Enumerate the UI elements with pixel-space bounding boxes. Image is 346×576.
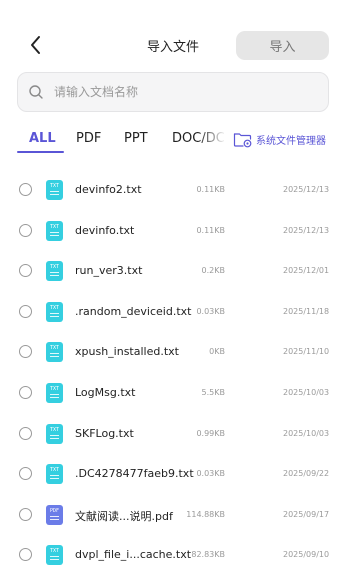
select-radio[interactable] — [19, 223, 32, 237]
tab-ppt[interactable]: PPT — [124, 131, 148, 146]
file-manager-link[interactable]: 系统文件管理器 — [233, 131, 326, 148]
file-name: devinfo.txt — [75, 223, 135, 237]
select-radio[interactable] — [19, 548, 32, 562]
search-box[interactable] — [17, 72, 329, 112]
file-size: 0.99KB — [196, 428, 225, 438]
tab-scroll-fade — [198, 126, 226, 154]
file-date: 2025/12/01 — [283, 266, 329, 276]
file-row[interactable]: TXT .random_deviceid.txt 0.03KB 2025/11/18 — [0, 292, 346, 332]
file-type-label: TXT — [49, 548, 60, 555]
file-row[interactable]: TXT SKFLog.txt 0.99KB 2025/10/03 — [0, 414, 346, 454]
file-icon-lines — [50, 353, 59, 355]
file-date: 2025/12/13 — [283, 225, 329, 235]
select-radio[interactable] — [19, 345, 32, 359]
import-button[interactable]: 导入 — [236, 31, 329, 60]
file-type-label: TXT — [49, 345, 60, 352]
select-radio[interactable] — [19, 304, 32, 318]
file-size: 0KB — [209, 347, 225, 357]
file-icon-lines — [50, 312, 59, 314]
file-size: 0.2KB — [201, 266, 225, 276]
file-date: 2025/10/03 — [283, 428, 329, 438]
file-name: devinfo2.txt — [75, 183, 142, 196]
txt-file-icon: TXT — [46, 301, 63, 322]
txt-file-icon: TXT — [46, 180, 63, 200]
file-name: 文献阅读...说明.pdf — [75, 509, 173, 523]
file-icon-lines — [50, 272, 59, 274]
file-row[interactable]: TXT LogMsg.txt 5.5KB 2025/10/03 — [0, 373, 346, 413]
file-icon-lines — [50, 475, 59, 477]
file-name: SKFLog.txt — [75, 426, 134, 440]
file-icon-lines — [50, 434, 59, 436]
tab-pdf[interactable]: PDF — [76, 131, 101, 146]
file-date: 2025/09/17 — [283, 509, 329, 519]
file-date: 2025/11/10 — [283, 347, 329, 357]
file-date: 2025/12/13 — [283, 185, 329, 194]
txt-file-icon: TXT — [46, 423, 63, 444]
file-date: 2025/10/03 — [283, 388, 329, 397]
search-input[interactable] — [52, 84, 306, 100]
file-row[interactable]: PDF 文献阅读...说明.pdf 114.88KB 2025/09/17 — [0, 495, 346, 535]
select-radio[interactable] — [19, 183, 32, 196]
file-row[interactable]: TXT devinfo2.txt 0.11KB 2025/12/13 — [0, 170, 346, 210]
search-icon — [29, 85, 43, 99]
file-name: .DC4278477faeb9.txt — [75, 467, 194, 481]
file-size: 82.83KB — [191, 550, 225, 560]
file-row[interactable]: TXT devinfo.txt 0.11KB 2025/12/13 — [0, 211, 346, 251]
file-type-label: TXT — [49, 426, 60, 433]
file-size: 0.03KB — [196, 306, 225, 316]
file-size: 0.03KB — [196, 469, 225, 479]
select-radio[interactable] — [19, 467, 32, 481]
file-name: .random_deviceid.txt — [75, 304, 192, 318]
file-icon-lines — [50, 191, 59, 192]
txt-file-icon: TXT — [46, 261, 63, 282]
select-radio[interactable] — [19, 507, 32, 521]
txt-file-icon: TXT — [46, 342, 63, 363]
file-row[interactable]: TXT dvpl_file_i...cache.txt 82.83KB 2025/09… — [0, 535, 346, 575]
file-row[interactable]: TXT .DC4278477faeb9.txt 0.03KB 2025/09/22 — [0, 454, 346, 494]
file-type-label: TXT — [49, 304, 60, 311]
file-type-label: TXT — [49, 223, 60, 230]
select-radio[interactable] — [19, 264, 32, 278]
folder-settings-icon — [233, 133, 252, 148]
file-icon-lines — [50, 394, 59, 395]
file-size: 114.88KB — [186, 509, 225, 519]
txt-file-icon: TXT — [46, 383, 63, 403]
txt-file-icon: TXT — [46, 545, 63, 566]
file-icon-lines — [50, 231, 59, 233]
file-size: 0.11KB — [196, 185, 225, 194]
txt-file-icon: TXT — [46, 464, 63, 485]
file-name: xpush_installed.txt — [75, 345, 179, 359]
file-name: LogMsg.txt — [75, 386, 136, 399]
file-type-label: TXT — [49, 386, 60, 392]
file-name: run_ver3.txt — [75, 264, 143, 278]
file-type-label: PDF — [49, 507, 60, 514]
tab-all[interactable]: ALL — [29, 131, 56, 146]
file-manager-label: 系统文件管理器 — [256, 136, 326, 147]
file-type-label: TXT — [49, 264, 60, 271]
select-radio[interactable] — [19, 386, 32, 399]
txt-file-icon: TXT — [46, 220, 63, 241]
pdf-file-icon: PDF — [46, 504, 63, 525]
select-radio[interactable] — [19, 426, 32, 440]
file-row[interactable]: TXT xpush_installed.txt 0KB 2025/11/10 — [0, 332, 346, 372]
file-size: 0.11KB — [196, 225, 225, 235]
file-icon-lines — [50, 515, 59, 517]
file-type-label: TXT — [49, 467, 60, 474]
file-date: 2025/09/10 — [283, 550, 329, 560]
file-date: 2025/09/22 — [283, 469, 329, 479]
file-name: dvpl_file_i...cache.txt — [75, 548, 192, 562]
file-type-label: TXT — [49, 183, 60, 189]
file-size: 5.5KB — [201, 388, 225, 397]
file-icon-lines — [50, 556, 59, 558]
file-date: 2025/11/18 — [283, 306, 329, 316]
tab-active-indicator — [17, 151, 64, 153]
file-row[interactable]: TXT run_ver3.txt 0.2KB 2025/12/01 — [0, 251, 346, 291]
